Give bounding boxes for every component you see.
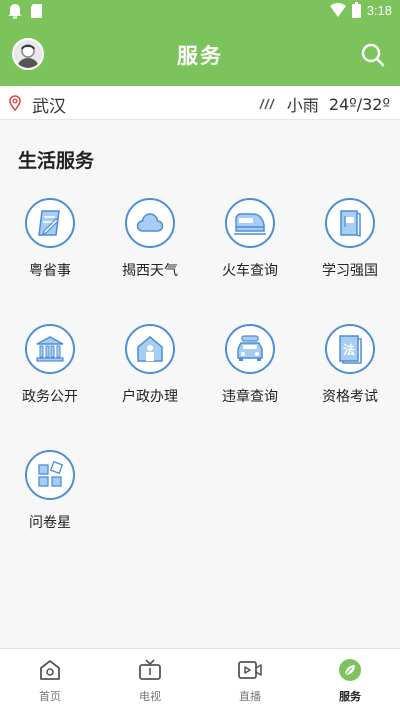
temperature-range: 24º/32º [328, 94, 390, 114]
status-bar: 3:18 [0, 0, 400, 24]
book-flag-icon [340, 210, 361, 238]
document-pen-icon [38, 210, 60, 236]
tab-label: 首页 [39, 690, 61, 703]
rain-icon [259, 98, 275, 110]
leaf-icon [339, 659, 361, 681]
weather-info: 小雨 24º/32º [259, 92, 390, 116]
cloud-icon [136, 213, 164, 232]
government-building-icon [36, 336, 64, 362]
tab-live[interactable]: 直播 [200, 649, 300, 710]
service-label: 政务公开 [22, 389, 78, 405]
law-book-icon: 法 [339, 335, 362, 364]
tab-label: 服务 [339, 690, 361, 703]
service-item-wenjuanxing[interactable]: 问卷星 [0, 450, 100, 532]
service-item-government-affairs[interactable]: 政务公开 [0, 324, 100, 406]
service-label: 违章查询 [222, 389, 278, 405]
grid-app-icon [38, 460, 64, 487]
section-title: 生活服务 [18, 150, 95, 172]
location-pin-icon [9, 95, 21, 111]
page-title: 服务 [177, 44, 223, 68]
service-item-qualification-exam[interactable]: 法 资格考试 [300, 324, 400, 406]
tv-icon [139, 659, 161, 680]
service-label: 揭西天气 [122, 263, 178, 279]
service-item-train-query[interactable]: 火车查询 [200, 198, 300, 280]
wifi-icon [329, 3, 346, 17]
tab-label: 电视 [139, 690, 161, 703]
service-item-jiexi-weather[interactable]: 揭西天气 [100, 198, 200, 280]
house-person-icon [137, 336, 163, 362]
notification-bell-icon [8, 4, 22, 19]
home-icon [40, 660, 60, 680]
service-item-household-registration[interactable]: 户政办理 [100, 324, 200, 406]
tab-services[interactable]: 服务 [300, 649, 400, 710]
tab-home[interactable]: 首页 [0, 649, 100, 710]
video-icon [238, 661, 262, 679]
service-item-xuexi-qiangguo[interactable]: 学习强国 [300, 198, 400, 280]
location-weather-bar[interactable]: 武汉 小雨 24º/32º [0, 86, 400, 120]
service-item-violation-query[interactable]: 违章查询 [200, 324, 300, 406]
car-icon [237, 335, 263, 361]
search-icon[interactable] [360, 42, 386, 68]
service-label: 资格考试 [322, 389, 378, 405]
city-name: 武汉 [32, 97, 66, 117]
tab-label: 直播 [239, 690, 261, 703]
battery-icon [351, 2, 361, 18]
service-label: 学习强国 [322, 263, 378, 279]
service-label: 问卷星 [29, 515, 71, 531]
tab-tv[interactable]: 电视 [100, 649, 200, 710]
service-label: 粤省事 [29, 263, 71, 279]
app-header: 服务 [0, 24, 400, 86]
svg-text:法: 法 [343, 342, 355, 357]
bottom-tab-bar: 首页 电视 直播 服务 [0, 648, 400, 710]
train-icon [234, 213, 266, 235]
service-item-yueshengshi[interactable]: 粤省事 [0, 198, 100, 280]
status-time: 3:18 [366, 2, 392, 18]
service-label: 火车查询 [222, 263, 278, 279]
weather-condition: 小雨 [286, 96, 319, 115]
service-label: 户政办理 [122, 389, 178, 405]
sd-card-icon [31, 4, 42, 18]
